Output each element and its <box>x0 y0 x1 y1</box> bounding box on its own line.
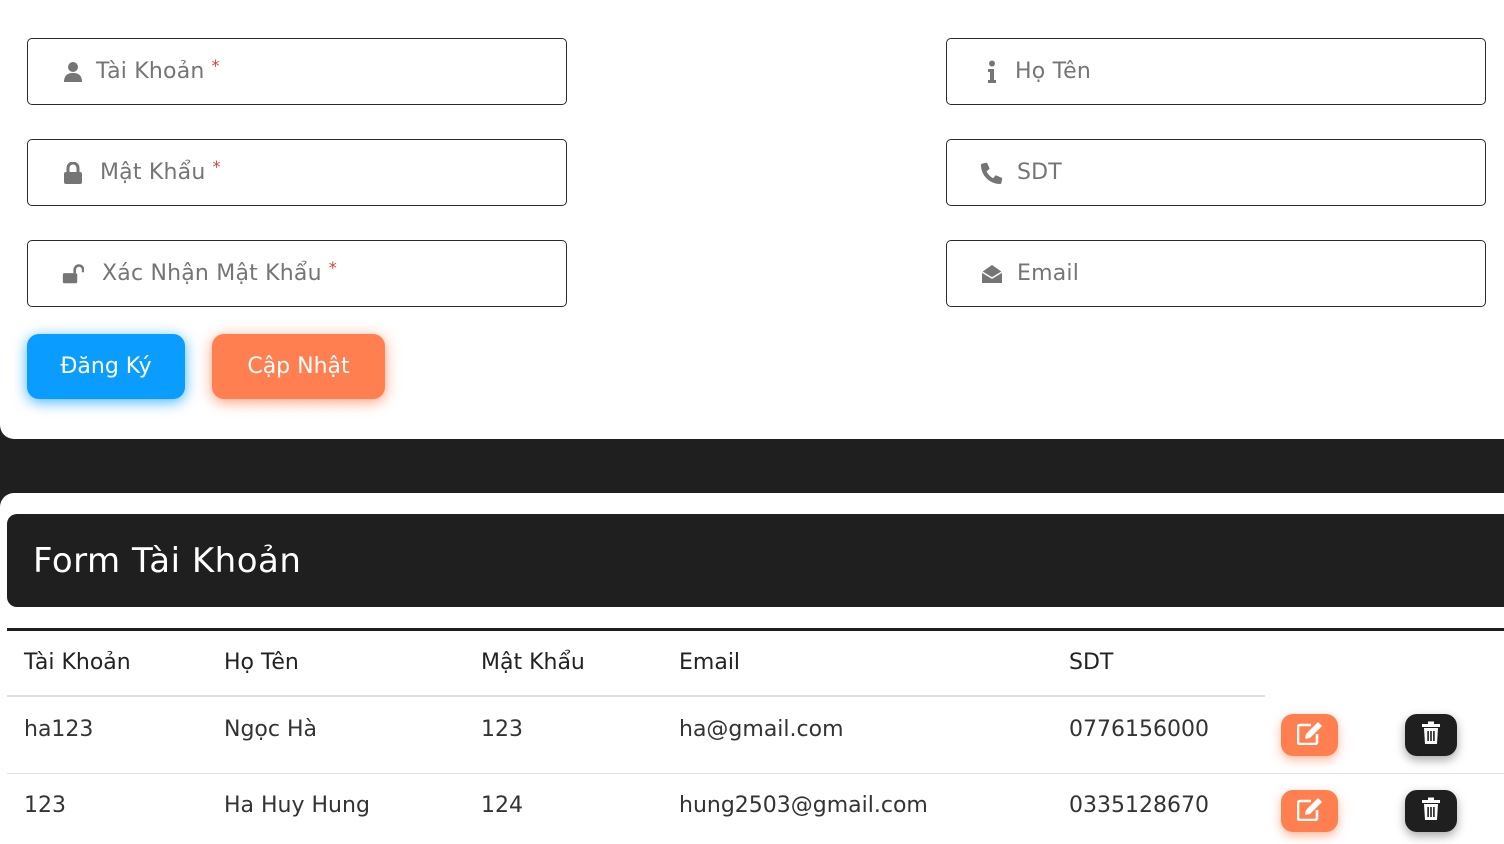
cell-password: 123 <box>481 717 523 742</box>
cell-email: hung2503@gmail.com <box>679 793 928 818</box>
row-divider <box>7 773 1504 774</box>
email-field[interactable]: Email <box>946 240 1486 307</box>
edit-button[interactable] <box>1281 790 1338 832</box>
column-header-password: Mật Khẩu <box>481 650 585 675</box>
header-underline <box>7 695 1265 697</box>
edit-button[interactable] <box>1281 714 1338 756</box>
register-button[interactable]: Đăng Ký <box>27 334 185 399</box>
fullname-field[interactable]: Họ Tên <box>946 38 1486 105</box>
lock-icon <box>62 161 84 185</box>
cell-fullname: Ha Huy Hung <box>224 793 370 818</box>
cell-email: ha@gmail.com <box>679 717 844 742</box>
column-header-username: Tài Khoản <box>24 650 131 675</box>
fullname-placeholder: Họ Tên <box>1015 59 1092 84</box>
column-header-phone: SDT <box>1069 650 1114 675</box>
email-placeholder: Email <box>1017 261 1080 286</box>
phone-icon <box>981 161 1003 185</box>
cell-fullname: Ngọc Hà <box>224 717 317 742</box>
delete-button[interactable] <box>1405 714 1457 756</box>
edit-icon <box>1296 721 1323 749</box>
edit-icon <box>1296 797 1323 825</box>
confirm-password-placeholder: Xác Nhận Mật Khẩu <box>102 261 322 286</box>
user-icon <box>62 60 84 84</box>
table-title-bar: Form Tài Khoản <box>7 514 1504 607</box>
username-placeholder: Tài Khoản <box>96 59 205 84</box>
required-mark: * <box>212 157 221 176</box>
delete-button[interactable] <box>1405 790 1457 832</box>
cell-username: ha123 <box>24 717 94 742</box>
required-mark: * <box>328 258 337 277</box>
username-field[interactable]: Tài Khoản * <box>27 38 567 105</box>
cell-phone: 0776156000 <box>1069 717 1209 742</box>
info-icon <box>981 60 1003 84</box>
unlock-icon <box>62 262 84 286</box>
required-mark: * <box>211 56 220 75</box>
column-header-fullname: Họ Tên <box>224 650 299 675</box>
phone-field[interactable]: SDT <box>946 139 1486 206</box>
table-title: Form Tài Khoản <box>33 540 302 581</box>
trash-icon <box>1421 797 1441 825</box>
envelope-open-icon <box>981 262 1003 286</box>
confirm-password-field[interactable]: Xác Nhận Mật Khẩu * <box>27 240 567 307</box>
phone-placeholder: SDT <box>1017 160 1062 185</box>
password-placeholder: Mật Khẩu <box>100 160 206 185</box>
cell-phone: 0335128670 <box>1069 793 1209 818</box>
update-button[interactable]: Cập Nhật <box>212 334 385 399</box>
password-field[interactable]: Mật Khẩu * <box>27 139 567 206</box>
trash-icon <box>1421 721 1441 749</box>
cell-password: 124 <box>481 793 523 818</box>
cell-username: 123 <box>24 793 66 818</box>
table-divider <box>7 628 1504 631</box>
column-header-email: Email <box>679 650 741 675</box>
